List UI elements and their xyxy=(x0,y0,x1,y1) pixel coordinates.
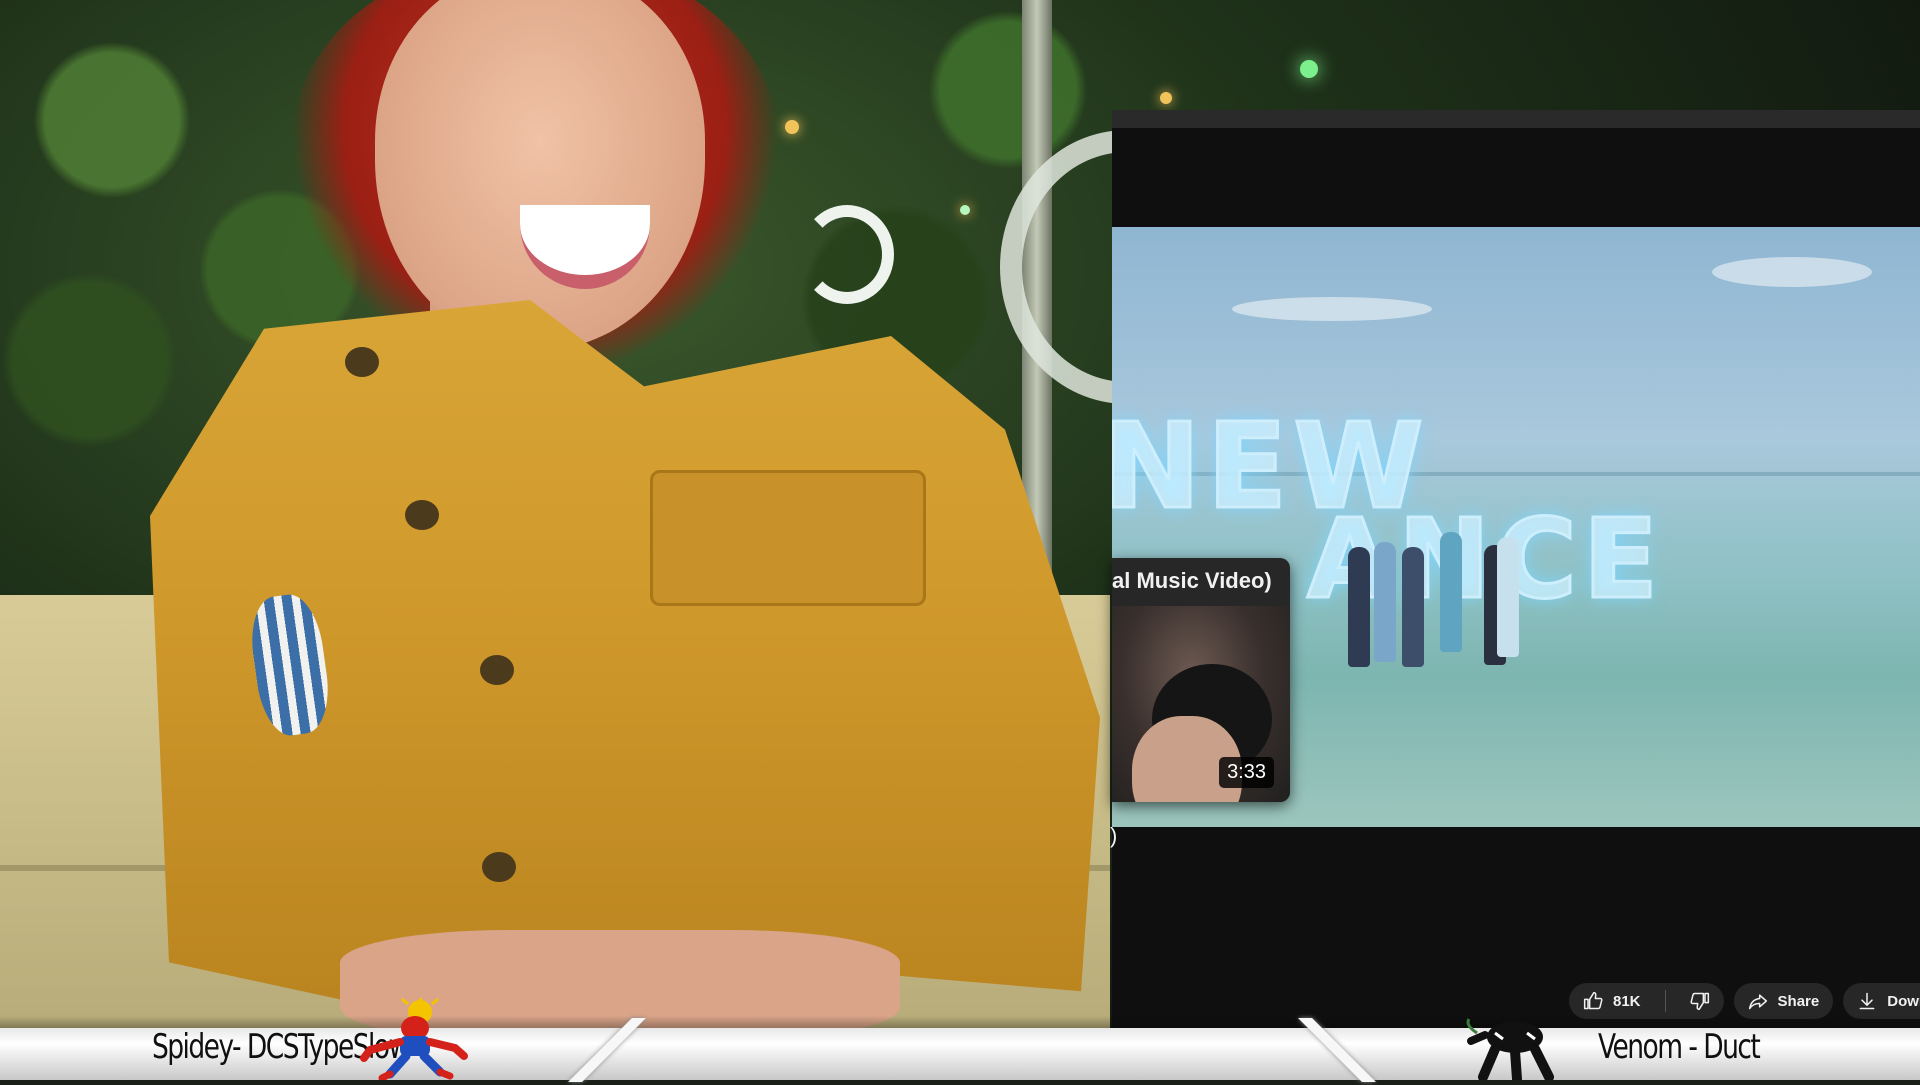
share-button[interactable]: Share xyxy=(1733,983,1834,1019)
like-divider xyxy=(1664,990,1666,1012)
share-arrow-icon xyxy=(1748,991,1768,1011)
preview-title: al Music Video) xyxy=(1112,568,1272,593)
video-duration-badge: 3:33 xyxy=(1219,757,1274,788)
preview-thumbnail[interactable]: 3:33 xyxy=(1112,606,1290,802)
streamer xyxy=(0,0,1120,1080)
venom-sprite-icon xyxy=(1465,1015,1565,1085)
download-label: Downl xyxy=(1887,992,1920,1010)
background-light xyxy=(1160,92,1172,104)
thumbs-up-icon xyxy=(1583,991,1603,1011)
dancer xyxy=(1348,547,1370,667)
window-top-bar xyxy=(1112,110,1920,128)
jacket-pocket xyxy=(650,470,926,606)
right-player-name: Venom - Duct xyxy=(1598,1027,1761,1067)
jacket-button xyxy=(405,500,439,530)
cloud xyxy=(1712,257,1872,287)
like-count: 81K xyxy=(1613,992,1641,1010)
spiderman-sprite-icon xyxy=(360,993,470,1085)
download-icon xyxy=(1857,991,1877,1011)
jacket-button xyxy=(482,852,516,882)
jacket-button xyxy=(480,655,514,685)
dislike-button[interactable] xyxy=(1676,983,1724,1019)
like-button[interactable]: 81K xyxy=(1569,983,1655,1019)
dancer xyxy=(1440,532,1462,652)
hover-preview-card[interactable]: al Music Video) 3:33 xyxy=(1112,558,1290,802)
dancer xyxy=(1402,547,1424,667)
dancer xyxy=(1497,537,1519,657)
background-light xyxy=(1300,60,1318,78)
download-button[interactable]: Downl xyxy=(1843,983,1920,1019)
dancer xyxy=(1374,542,1396,662)
video-action-bar: 81K Share Downl xyxy=(1569,983,1920,1019)
video-title-fragment: ) xyxy=(1110,823,1118,848)
share-label: Share xyxy=(1777,992,1820,1010)
jacket-button xyxy=(345,347,379,377)
cloud xyxy=(1232,297,1432,321)
like-dislike-group: 81K xyxy=(1569,983,1724,1019)
thumbs-down-icon xyxy=(1690,991,1710,1011)
